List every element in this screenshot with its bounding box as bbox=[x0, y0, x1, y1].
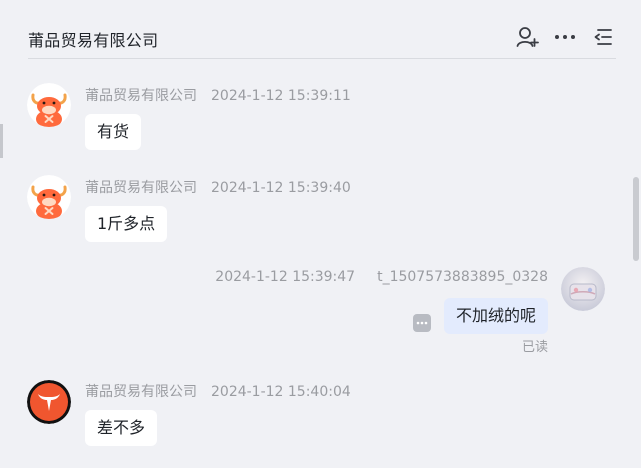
message-time: 2024-1-12 15:39:40 bbox=[211, 180, 351, 196]
message-meta: 莆品贸易有限公司 2024-1-12 15:39:40 bbox=[85, 177, 351, 197]
add-user-icon bbox=[516, 27, 539, 47]
panel-resize-handle[interactable] bbox=[0, 124, 3, 158]
chat-title: 莆品贸易有限公司 bbox=[28, 31, 159, 50]
message-time: 2024-1-12 15:39:11 bbox=[211, 88, 351, 104]
message-bubble[interactable]: 差不多 bbox=[85, 410, 158, 446]
chat-window: 莆品贸易有限公司 莆品贸易有限公司 2024-1-12 15:39:11 有货 … bbox=[0, 0, 641, 468]
sidebar-toggle-button[interactable] bbox=[590, 24, 616, 50]
ox-logo-avatar-icon bbox=[27, 380, 71, 424]
sender-avatar[interactable] bbox=[27, 175, 71, 219]
ox-cartoon-avatar-icon bbox=[27, 175, 71, 219]
sender-avatar[interactable] bbox=[27, 380, 71, 424]
message-bubble[interactable]: 1斤多点 bbox=[85, 206, 168, 242]
sender-name[interactable]: 莆品贸易有限公司 bbox=[85, 180, 197, 196]
add-member-button[interactable] bbox=[514, 24, 540, 50]
ox-cartoon-avatar-icon bbox=[27, 83, 71, 127]
message-bubble[interactable]: 不加绒的呢 bbox=[443, 298, 548, 334]
user-avatar[interactable] bbox=[561, 267, 605, 311]
message-time: 2024-1-12 15:40:04 bbox=[211, 384, 351, 400]
read-status: 已读 bbox=[521, 340, 548, 355]
more-options-button[interactable] bbox=[552, 24, 578, 50]
chat-header: 莆品贸易有限公司 bbox=[28, 0, 616, 59]
user-photo-avatar-icon bbox=[561, 267, 605, 311]
message-bubble[interactable]: 有货 bbox=[85, 114, 142, 150]
message-time: 2024-1-12 15:39:47 bbox=[215, 269, 356, 285]
sender-avatar[interactable] bbox=[27, 83, 71, 127]
sender-name[interactable]: t_1507573883895_0328 bbox=[377, 269, 548, 285]
header-actions bbox=[514, 24, 616, 50]
menu-collapse-icon bbox=[594, 29, 612, 45]
message-list-scrollbar[interactable] bbox=[633, 177, 639, 261]
message-meta: 莆品贸易有限公司 2024-1-12 15:40:04 bbox=[85, 381, 351, 401]
sender-name[interactable]: 莆品贸易有限公司 bbox=[85, 88, 197, 104]
message-meta: 莆品贸易有限公司 2024-1-12 15:39:11 bbox=[85, 85, 351, 105]
message-more-button[interactable] bbox=[413, 314, 431, 332]
more-icon bbox=[555, 35, 575, 39]
message-meta: 2024-1-12 15:39:47 t_1507573883895_0328 bbox=[215, 269, 548, 285]
more-dots-icon bbox=[416, 321, 428, 325]
sender-name[interactable]: 莆品贸易有限公司 bbox=[85, 384, 197, 400]
